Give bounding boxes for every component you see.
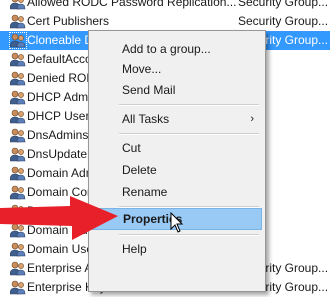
item-name: DHCP Admin [27, 90, 98, 104]
item-type: Security Group... [238, 14, 329, 28]
group-icon [10, 52, 26, 67]
menu-item-label: All Tasks [122, 112, 170, 126]
context-menu: Add to a group... Move... Send Mail All … [88, 30, 266, 292]
list-item[interactable]: Cert Publishers Security Group... [0, 12, 330, 31]
item-name: DnsUpdateP [27, 147, 96, 161]
menu-item-label: Send Mail [122, 83, 176, 97]
group-icon [10, 147, 26, 162]
menu-item-label: Help [122, 242, 147, 256]
menu-item-label: Add to a group... [122, 42, 211, 56]
menu-separator [119, 104, 259, 106]
list-item[interactable]: Allowed RODC Password Replication... Secu… [0, 0, 330, 12]
group-icon [10, 261, 26, 276]
menu-item-all-tasks[interactable]: All Tasks › [92, 108, 262, 130]
submenu-arrow-icon: › [250, 113, 254, 125]
menu-item-move[interactable]: Move... [92, 58, 262, 80]
group-icon [10, 166, 26, 181]
menu-item-label: Move... [122, 62, 162, 76]
menu-item-send-mail[interactable]: Send Mail [92, 79, 262, 101]
group-icon [10, 109, 26, 124]
group-icon [10, 128, 26, 143]
group-icon [10, 0, 26, 10]
group-icon [10, 90, 26, 105]
menu-separator [119, 133, 259, 135]
menu-item-delete[interactable]: Delete [92, 159, 262, 181]
group-icon [9, 32, 27, 49]
item-name: DnsAdmins [27, 128, 89, 142]
item-name: Cert Publishers [27, 14, 110, 28]
menu-item-label: Delete [122, 163, 157, 177]
menu-item-add-to-group[interactable]: Add to a group... [92, 38, 262, 60]
item-type: Security Group... [238, 0, 329, 9]
group-icon [10, 14, 26, 29]
group-icon [10, 71, 26, 86]
menu-item-cut[interactable]: Cut [92, 137, 262, 159]
mouse-pointer-icon [170, 212, 184, 233]
menu-separator [119, 234, 259, 236]
menu-item-label: Rename [122, 185, 168, 199]
item-name: DefaultAcco [27, 52, 92, 66]
red-arrow-icon [0, 196, 118, 240]
menu-item-label: Cut [122, 141, 141, 155]
item-name: Cloneable D [27, 33, 94, 47]
item-name: Domain Adm [27, 166, 96, 180]
item-name: DHCP Users [27, 109, 96, 123]
item-name: Allowed RODC Password Replication... [27, 0, 237, 9]
